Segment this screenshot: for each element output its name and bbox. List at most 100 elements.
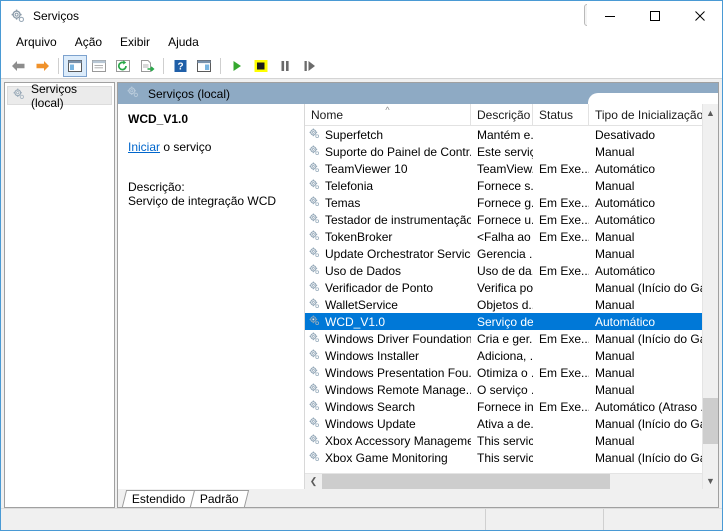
status-bar: [1, 508, 722, 530]
service-name: WCD_V1.0: [325, 314, 386, 329]
start-service-button[interactable]: [225, 55, 249, 77]
column-nome[interactable]: Nome ^: [305, 104, 471, 125]
cell-tipo-inicializacao: Manual: [595, 246, 635, 261]
table-row[interactable]: Uso de Dados Uso de da... Em Exe... Automát…: [305, 262, 718, 279]
show-action-pane-button[interactable]: [192, 55, 216, 77]
tab-estendido[interactable]: Estendido: [121, 490, 196, 507]
cell-descricao: <Falha ao ...: [477, 229, 533, 244]
table-row[interactable]: Suporte do Painel de Contr... Este serviç…: [305, 143, 718, 160]
show-hide-tree-button[interactable]: [63, 54, 87, 77]
table-row[interactable]: Xbox Accessory Manageme... This servic...…: [305, 432, 718, 449]
table-row[interactable]: Telefonia Fornece s... Manual: [305, 177, 718, 194]
export-list-button[interactable]: [135, 55, 159, 77]
cell-tipo-inicializacao: Manual (Início do Ga...: [595, 280, 717, 295]
refresh-button[interactable]: [111, 55, 135, 77]
service-gear-icon: [308, 450, 321, 466]
start-service-link[interactable]: Iniciar: [128, 140, 160, 154]
cell-descricao: This servic...: [477, 450, 533, 465]
cell-status: Em Exe...: [539, 399, 589, 414]
cell-nome: Verificador de Ponto: [305, 280, 471, 296]
cell-tipo-inicializacao: Automático: [595, 263, 656, 278]
restart-service-button[interactable]: [297, 55, 321, 77]
vertical-scrollbar[interactable]: ▲ ▼: [702, 104, 718, 489]
table-row[interactable]: Windows Update Ativa a de... Manual (Iníci…: [305, 415, 718, 432]
cell-nome: WCD_V1.0: [305, 314, 471, 330]
table-row[interactable]: WCD_V1.0 Serviço de... Automático: [305, 313, 718, 330]
hscroll-track[interactable]: [322, 474, 701, 489]
close-button[interactable]: [677, 1, 722, 31]
cell-status: Em Exe...: [539, 365, 589, 380]
sidebar-item-servicos-local[interactable]: Serviços (local): [7, 82, 112, 110]
menu-arquivo[interactable]: Arquivo: [7, 32, 66, 52]
cell-descricao: Este serviç...: [477, 144, 533, 159]
service-action-line: Iniciar o serviço: [128, 140, 296, 154]
scroll-down-arrow-icon[interactable]: ▼: [703, 472, 718, 489]
forward-button[interactable]: [30, 55, 54, 77]
cell-descricao: O serviço ...: [477, 382, 533, 397]
table-row[interactable]: Superfetch Mantém e... Desativado: [305, 126, 718, 143]
cell-nome: Update Orchestrator Service: [305, 246, 471, 262]
cell-descricao: Fornece g...: [477, 195, 533, 210]
column-nome-label: Nome: [311, 107, 344, 122]
pane-content: WCD_V1.0 Iniciar o serviço Descrição: Se…: [118, 104, 718, 489]
vscroll-track[interactable]: [703, 121, 718, 472]
menu-acao[interactable]: Ação: [66, 32, 111, 52]
view-tabs: Estendido Padrão: [118, 489, 718, 507]
properties-button[interactable]: [87, 55, 111, 77]
table-row[interactable]: Xbox Game Monitoring This servic... Manual…: [305, 449, 718, 466]
status-bar-segment-2: [486, 509, 604, 530]
hscroll-thumb[interactable]: [322, 474, 611, 489]
menu-bar: Arquivo Ação Exibir Ajuda: [1, 31, 722, 53]
tab-padrao[interactable]: Padrão: [190, 490, 250, 507]
service-name: Windows Remote Manage...: [325, 382, 471, 397]
table-row[interactable]: Temas Fornece g... Em Exe... Automático: [305, 194, 718, 211]
scroll-left-arrow-icon[interactable]: ❮: [305, 474, 322, 489]
column-tipo-inicializacao[interactable]: Tipo de Inicialização: [589, 104, 718, 125]
service-action-suffix: o serviço: [160, 140, 212, 154]
services-list: Nome ^ Descrição Status Tipo de Iniciali…: [305, 104, 718, 489]
table-row[interactable]: Testador de instrumentação... Fornece u..…: [305, 211, 718, 228]
table-row[interactable]: TeamViewer 10 TeamView... Em Exe... Automát…: [305, 160, 718, 177]
service-gear-icon: [308, 399, 321, 415]
minimize-button[interactable]: [587, 1, 632, 31]
pause-service-button[interactable]: [273, 55, 297, 77]
maximize-button[interactable]: [632, 1, 677, 31]
details-pane: Serviços (local) WCD_V1.0 Iniciar o serv…: [117, 82, 719, 508]
service-gear-icon: [308, 280, 321, 296]
stop-service-button[interactable]: [249, 55, 273, 77]
cell-nome: Xbox Accessory Manageme...: [305, 433, 471, 449]
cell-descricao: This servic...: [477, 433, 533, 448]
horizontal-scrollbar[interactable]: ❮ ❯: [305, 473, 718, 489]
title-bar: Serviços: [1, 1, 722, 31]
cell-nome: Windows Presentation Fou...: [305, 365, 471, 381]
services-window: Serviços Arquivo Ação Exibir Ajuda ? Ser…: [0, 0, 723, 531]
table-row[interactable]: Update Orchestrator Service Gerencia ... M…: [305, 245, 718, 262]
table-row[interactable]: Windows Installer Adiciona, ... Manual: [305, 347, 718, 364]
table-row[interactable]: Verificador de Ponto Verifica po... Manual…: [305, 279, 718, 296]
tab-padrao-label: Padrão: [200, 492, 239, 506]
column-descricao[interactable]: Descrição: [471, 104, 533, 125]
service-gear-icon: [308, 127, 321, 143]
cell-tipo-inicializacao: Manual: [595, 178, 635, 193]
cell-descricao: Uso de da...: [477, 263, 533, 278]
table-row[interactable]: Windows Presentation Fou... Otimiza o ...…: [305, 364, 718, 381]
service-details: WCD_V1.0 Iniciar o serviço Descrição: Se…: [118, 104, 305, 489]
help-button[interactable]: ?: [168, 55, 192, 77]
pane-header: Serviços (local): [118, 83, 718, 104]
menu-ajuda[interactable]: Ajuda: [159, 32, 208, 52]
cell-status: Em Exe...: [539, 161, 589, 176]
service-gear-icon: [308, 178, 321, 194]
back-button[interactable]: [6, 55, 30, 77]
vscroll-thumb[interactable]: [703, 398, 718, 444]
cell-tipo-inicializacao: Automático: [595, 161, 656, 176]
services-gear-icon: [12, 87, 26, 104]
column-status[interactable]: Status: [533, 104, 589, 125]
table-row[interactable]: Windows Driver Foundation... Cria e ger..…: [305, 330, 718, 347]
table-row[interactable]: Windows Remote Manage... O serviço ... Man…: [305, 381, 718, 398]
table-row[interactable]: TokenBroker <Falha ao ... Em Exe... Manual: [305, 228, 718, 245]
table-row[interactable]: WalletService Objetos d... Manual: [305, 296, 718, 313]
table-row[interactable]: Windows Search Fornece in... Em Exe... Auto…: [305, 398, 718, 415]
scroll-up-arrow-icon[interactable]: ▲: [703, 104, 718, 121]
cell-tipo-inicializacao: Manual: [595, 365, 635, 380]
menu-exibir[interactable]: Exibir: [111, 32, 159, 52]
